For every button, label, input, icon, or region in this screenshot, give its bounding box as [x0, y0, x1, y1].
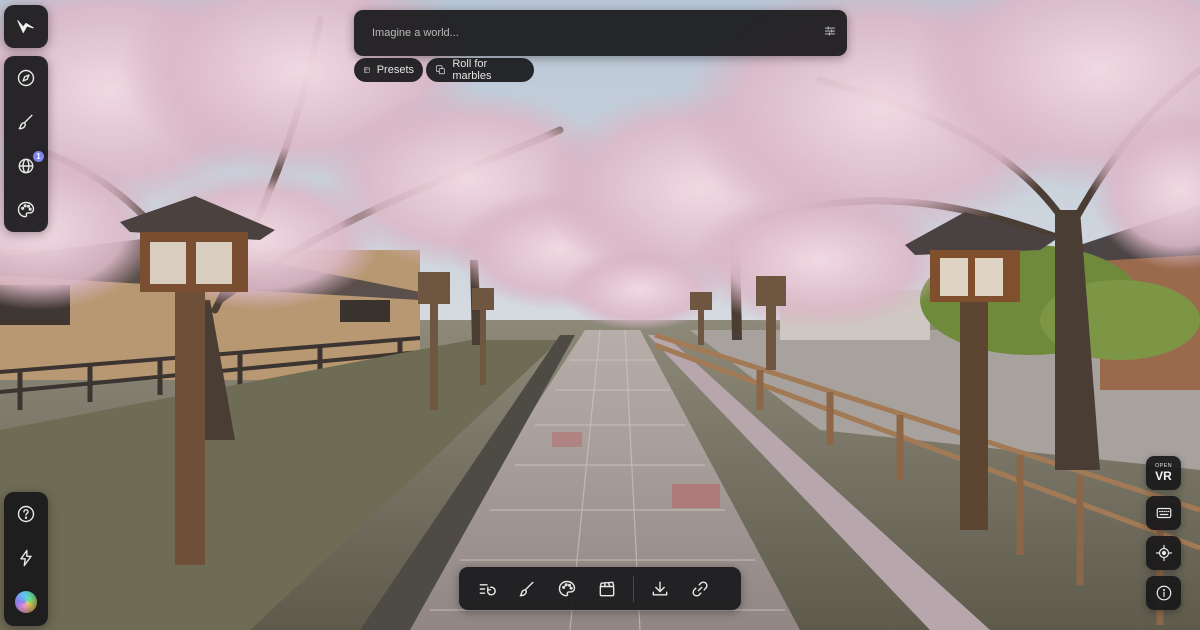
vr-label: VR	[1155, 469, 1172, 483]
presets-icon	[364, 67, 370, 73]
left-bottom-toolbar	[4, 492, 48, 626]
roll-label: Roll for marbles	[452, 58, 492, 82]
color-orb-icon[interactable]	[4, 580, 48, 624]
w-logo-icon[interactable]	[4, 5, 48, 48]
color-orb	[15, 591, 37, 613]
keyboard-icon[interactable]	[1146, 496, 1181, 530]
presets-button[interactable]: Presets	[354, 58, 423, 82]
left-toolbar: 1	[4, 56, 48, 232]
lightning-icon[interactable]	[4, 536, 48, 580]
palette-icon[interactable]	[547, 569, 587, 609]
cherry-blossom-scene	[0, 0, 1200, 630]
brush-icon[interactable]	[4, 100, 48, 144]
notification-badge: 1	[33, 151, 44, 162]
presets-label: Presets	[376, 64, 414, 76]
locate-icon[interactable]	[1146, 536, 1181, 570]
brush-icon[interactable]	[507, 569, 547, 609]
toolbar-divider	[633, 575, 634, 602]
link-icon[interactable]	[680, 569, 720, 609]
download-icon[interactable]	[640, 569, 680, 609]
history-icon[interactable]	[467, 569, 507, 609]
dice-icon	[436, 65, 445, 75]
info-icon[interactable]	[1146, 576, 1181, 610]
roll-for-marbles-button[interactable]: Roll for marbles	[426, 58, 534, 82]
clapperboard-icon[interactable]	[587, 569, 627, 609]
prompt-bar	[354, 10, 847, 56]
open-vr-button[interactable]: OPEN VR	[1146, 456, 1181, 490]
compass-icon[interactable]	[4, 56, 48, 100]
world-viewport[interactable]	[0, 0, 1200, 630]
globe-icon[interactable]: 1	[4, 144, 48, 188]
prompt-input[interactable]	[362, 17, 823, 49]
sliders-icon[interactable]	[823, 24, 837, 43]
palette-icon[interactable]	[4, 188, 48, 232]
logo-panel[interactable]	[4, 5, 48, 48]
help-icon[interactable]	[4, 492, 48, 536]
bottom-toolbar	[459, 567, 741, 610]
